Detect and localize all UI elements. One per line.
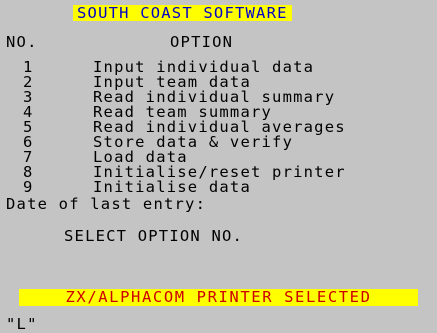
menu-option-number[interactable]: 9 [23, 179, 34, 195]
printer-status-banner: ZX/ALPHACOM PRINTER SELECTED [19, 289, 418, 306]
column-header-option: OPTION [170, 33, 234, 51]
column-header-number: NO. [6, 33, 38, 51]
command-input-line[interactable]: "L" [6, 316, 38, 332]
last-entry-date-label: Date of last entry: [6, 195, 207, 213]
program-screen: SOUTH COAST SOFTWARE NO. OPTION 1 Input … [0, 0, 437, 333]
select-option-prompt: SELECT OPTION NO. [64, 227, 244, 245]
app-title: SOUTH COAST SOFTWARE [73, 5, 292, 21]
menu-option-label[interactable]: Initialise data [93, 179, 251, 195]
